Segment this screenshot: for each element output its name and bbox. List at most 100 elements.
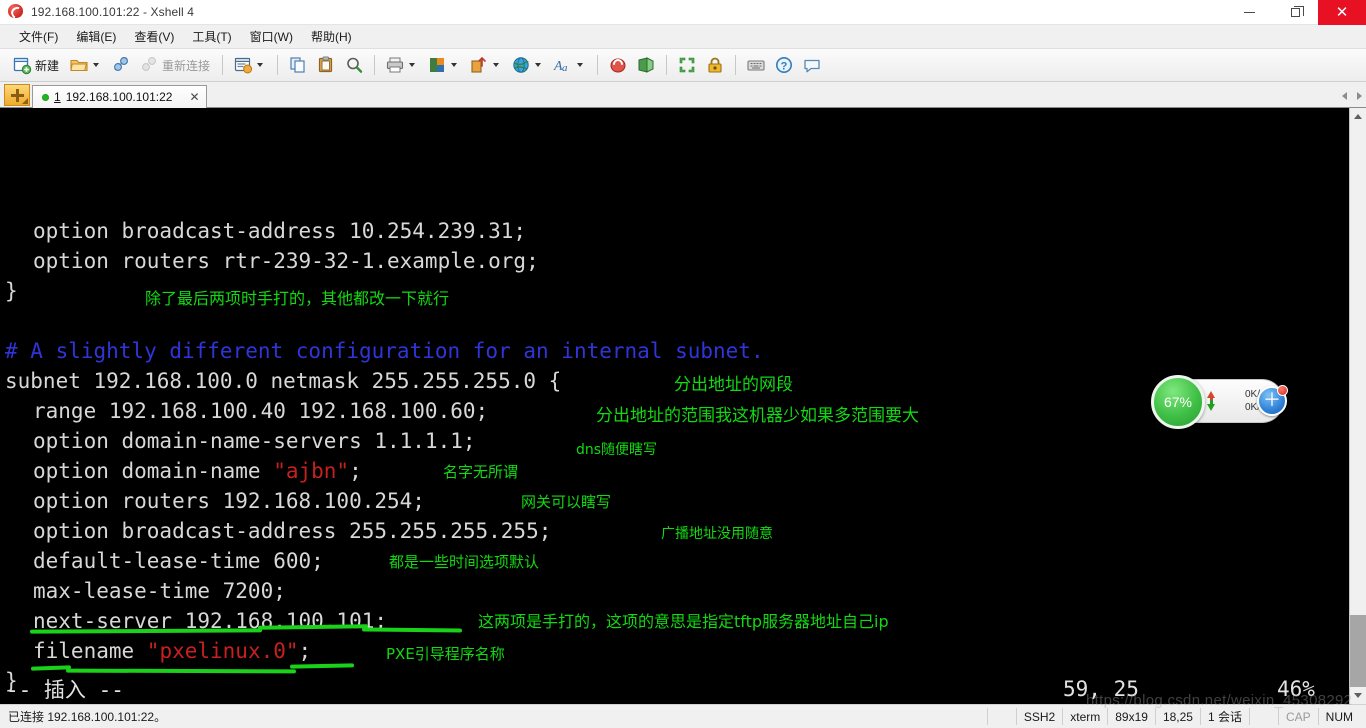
color-scheme-caret-icon[interactable] <box>451 63 458 67</box>
color-scheme-button[interactable] <box>423 52 465 79</box>
new-session-button[interactable]: 新建 <box>8 52 65 79</box>
xshell-button[interactable] <box>604 52 632 79</box>
status-cursor-position: 18,25 <box>1154 708 1200 725</box>
xshell-window: 192.168.100.101:22 - Xshell 4 ✕ 文件(F) 编辑… <box>0 0 1366 728</box>
toolbar-separator-4 <box>597 55 599 75</box>
font-caret-icon[interactable] <box>577 63 584 67</box>
svg-text:a: a <box>562 62 568 74</box>
session-manager-button[interactable] <box>229 52 271 79</box>
xftp-icon <box>636 55 656 75</box>
vim-cursor-position: 59, 25 <box>1063 677 1139 701</box>
status-session-count: 1 会话 <box>1199 708 1249 725</box>
toolbar-separator-1 <box>222 55 224 75</box>
paste-icon <box>316 55 336 75</box>
annotation-dns: dns随便瞎写 <box>576 442 658 458</box>
file-transfer-button[interactable] <box>465 52 507 79</box>
toolbar-separator-3 <box>374 55 376 75</box>
find-button[interactable] <box>340 52 368 79</box>
scroll-right-icon[interactable] <box>1357 92 1362 100</box>
fullscreen-icon <box>677 55 697 75</box>
terminal-scrollbar[interactable] <box>1349 108 1366 704</box>
file-transfer-icon <box>469 55 489 75</box>
menu-view[interactable]: 查看(V) <box>125 25 183 48</box>
arrow-down-icon <box>1207 400 1215 411</box>
menu-file[interactable]: 文件(F) <box>10 25 67 48</box>
open-folder-caret-icon[interactable] <box>93 63 100 67</box>
menu-window[interactable]: 窗口(W) <box>241 25 302 48</box>
close-button[interactable]: ✕ <box>1318 0 1366 25</box>
paste-button[interactable] <box>312 52 340 79</box>
browser-button[interactable] <box>507 52 549 79</box>
tab-index: 1 <box>54 90 61 104</box>
help-icon: ? <box>774 55 794 75</box>
status-num-lock: NUM <box>1317 708 1360 725</box>
annotation-domain-name: 名字无所谓 <box>443 463 519 481</box>
network-speed-widget[interactable]: 67% 0K/s 0K/s ＋ <box>1151 375 1288 429</box>
scroll-left-icon[interactable] <box>1342 92 1347 100</box>
close-icon: ✕ <box>1335 2 1349 21</box>
menu-tools[interactable]: 工具(T) <box>183 25 240 48</box>
scrollbar-up-button[interactable] <box>1350 108 1366 125</box>
xshell-logo-icon <box>8 4 24 20</box>
scroll-down-arrow-icon <box>1354 693 1362 698</box>
terminal-area: option broadcast-address 10.254.239.31; … <box>0 108 1366 704</box>
menu-bar: 文件(F) 编辑(E) 查看(V) 工具(T) 窗口(W) 帮助(H) <box>0 25 1366 49</box>
add-plus-icon[interactable]: ＋ <box>1257 385 1288 416</box>
scrollbar-down-button[interactable] <box>1350 687 1366 704</box>
help-button[interactable]: ? <box>770 52 798 79</box>
minimize-button[interactable] <box>1226 0 1272 25</box>
status-terminal-type: xterm <box>1062 708 1107 725</box>
annotation-broadcast: 广播地址没用随意 <box>661 526 773 542</box>
open-folder-icon <box>69 55 89 75</box>
term-line: filename "pxelinux.0"; <box>33 639 312 663</box>
xftp-button[interactable] <box>632 52 660 79</box>
disconnect-button[interactable]: 重新连接 <box>135 52 216 79</box>
underline-filename <box>289 663 355 669</box>
terminal-screen[interactable]: option broadcast-address 10.254.239.31; … <box>0 108 1349 704</box>
tab-bar: 1 192.168.100.101:22 ✕ <box>0 82 1366 108</box>
restore-button[interactable] <box>1272 0 1318 25</box>
fullscreen-button[interactable] <box>673 52 701 79</box>
window-title: 192.168.100.101:22 - Xshell 4 <box>31 5 195 19</box>
title-bar: 192.168.100.101:22 - Xshell 4 ✕ <box>0 0 1366 25</box>
keyboard-button[interactable] <box>742 52 770 79</box>
browser-caret-icon[interactable] <box>535 63 542 67</box>
vim-file-percent: 46% <box>1277 677 1315 701</box>
terminal-tab[interactable]: 1 192.168.100.101:22 ✕ <box>32 85 207 108</box>
connect-button[interactable] <box>107 52 135 79</box>
chat-button[interactable] <box>798 52 826 79</box>
tab-close-icon[interactable]: ✕ <box>187 90 202 105</box>
connection-status: 已连接 192.168.100.101:22。 <box>8 710 167 724</box>
tab-scroll-controls <box>1342 85 1366 107</box>
open-session-button[interactable] <box>65 52 107 79</box>
toolbar: 新建 重新连接 A a ? <box>0 49 1366 82</box>
xshell-icon <box>608 55 628 75</box>
print-button[interactable] <box>381 52 423 79</box>
menu-help[interactable]: 帮助(H) <box>302 25 361 48</box>
annotation-subnet-range: 分出地址的网段 <box>674 375 793 395</box>
new-tab-button[interactable] <box>4 84 30 106</box>
menu-edit[interactable]: 编辑(E) <box>67 25 125 48</box>
lock-button[interactable] <box>701 52 729 79</box>
copy-icon <box>288 55 308 75</box>
file-transfer-caret-icon[interactable] <box>493 63 500 67</box>
font-button[interactable]: A a <box>549 52 591 79</box>
status-screen-size: 89x19 <box>1107 708 1155 725</box>
term-line: max-lease-time 7200; <box>33 579 286 603</box>
tab-title: 192.168.100.101:22 <box>65 90 173 104</box>
reconnect-label: 重新连接 <box>162 58 211 73</box>
print-caret-icon[interactable] <box>409 63 416 67</box>
copy-button[interactable] <box>284 52 312 79</box>
annotation-gateway: 网关可以瞎写 <box>521 493 612 511</box>
scrollbar-thumb[interactable] <box>1350 615 1366 687</box>
toolbar-separator-5 <box>666 55 668 75</box>
scrollbar-track[interactable] <box>1350 125 1366 687</box>
session-manager-caret-icon[interactable] <box>257 63 264 67</box>
session-manager-icon <box>233 55 253 75</box>
cpu-usage-circle: 67% <box>1151 375 1205 429</box>
underline-filename <box>65 668 297 674</box>
restore-icon <box>1290 5 1304 17</box>
window-controls: ✕ <box>1226 0 1366 25</box>
term-line: option routers 192.168.100.254; <box>33 489 425 513</box>
term-line: option domain-name-servers 1.1.1.1; <box>33 429 476 453</box>
